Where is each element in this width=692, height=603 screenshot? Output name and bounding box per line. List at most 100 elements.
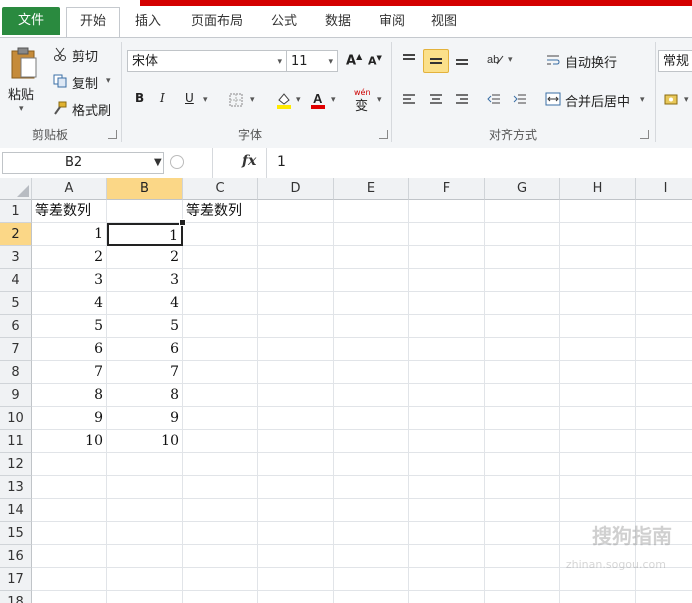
italic-button[interactable]: I bbox=[160, 91, 165, 105]
cell-f16[interactable] bbox=[409, 545, 485, 568]
column-header-i[interactable]: I bbox=[636, 178, 692, 200]
name-box[interactable]: B2 ▼ bbox=[2, 152, 164, 174]
cell-h5[interactable] bbox=[560, 292, 636, 315]
row-header-5[interactable]: 5 bbox=[0, 292, 32, 315]
cell-c3[interactable] bbox=[183, 246, 258, 269]
cell-a16[interactable] bbox=[32, 545, 107, 568]
cell-e12[interactable] bbox=[334, 453, 409, 476]
cell-g16[interactable] bbox=[485, 545, 560, 568]
cell-e9[interactable] bbox=[334, 384, 409, 407]
cell-d1[interactable] bbox=[258, 200, 334, 223]
align-bottom-icon[interactable] bbox=[454, 52, 470, 66]
cell-f8[interactable] bbox=[409, 361, 485, 384]
border-icon[interactable] bbox=[229, 93, 243, 107]
cell-i13[interactable] bbox=[636, 476, 692, 499]
cell-c11[interactable] bbox=[183, 430, 258, 453]
cell-c1[interactable]: 等差数列 bbox=[183, 200, 258, 223]
cell-i2[interactable] bbox=[636, 223, 692, 246]
font-name-select[interactable]: 宋体 ▾ bbox=[127, 50, 287, 72]
column-header-a[interactable]: A bbox=[32, 178, 107, 200]
row-header-14[interactable]: 14 bbox=[0, 499, 32, 522]
cell-h9[interactable] bbox=[560, 384, 636, 407]
cell-h3[interactable] bbox=[560, 246, 636, 269]
cell-a18[interactable] bbox=[32, 591, 107, 603]
cell-e2[interactable] bbox=[334, 223, 409, 246]
cell-g11[interactable] bbox=[485, 430, 560, 453]
row-header-2[interactable]: 2 bbox=[0, 223, 32, 246]
paste-icon[interactable] bbox=[10, 46, 38, 80]
cell-c10[interactable] bbox=[183, 407, 258, 430]
cell-e16[interactable] bbox=[334, 545, 409, 568]
cell-g14[interactable] bbox=[485, 499, 560, 522]
cell-f11[interactable] bbox=[409, 430, 485, 453]
row-header-13[interactable]: 13 bbox=[0, 476, 32, 499]
cell-b3[interactable]: 2 bbox=[107, 246, 183, 269]
cell-c15[interactable] bbox=[183, 522, 258, 545]
cell-a9[interactable]: 8 bbox=[32, 384, 107, 407]
row-header-9[interactable]: 9 bbox=[0, 384, 32, 407]
align-center-icon[interactable] bbox=[429, 93, 443, 105]
cell-f15[interactable] bbox=[409, 522, 485, 545]
column-header-b[interactable]: B bbox=[107, 178, 183, 200]
cell-b10[interactable]: 9 bbox=[107, 407, 183, 430]
insert-function-icon[interactable]: fx bbox=[242, 153, 256, 169]
cell-f2[interactable] bbox=[409, 223, 485, 246]
cell-h12[interactable] bbox=[560, 453, 636, 476]
cell-g1[interactable] bbox=[485, 200, 560, 223]
cell-i8[interactable] bbox=[636, 361, 692, 384]
tab-formulas[interactable]: 公式 bbox=[262, 8, 306, 36]
cell-h14[interactable] bbox=[560, 499, 636, 522]
cell-g4[interactable] bbox=[485, 269, 560, 292]
cell-i3[interactable] bbox=[636, 246, 692, 269]
border-dropdown-icon[interactable]: ▾ bbox=[250, 95, 255, 105]
cell-b16[interactable] bbox=[107, 545, 183, 568]
cell-b11[interactable]: 10 bbox=[107, 430, 183, 453]
wrap-text-button[interactable]: 自动换行 bbox=[565, 52, 617, 71]
merge-center-button[interactable]: 合并后居中 bbox=[565, 91, 630, 110]
cell-i14[interactable] bbox=[636, 499, 692, 522]
cell-f10[interactable] bbox=[409, 407, 485, 430]
formula-input[interactable]: 1 bbox=[277, 154, 286, 170]
cell-i10[interactable] bbox=[636, 407, 692, 430]
cell-a11[interactable]: 10 bbox=[32, 430, 107, 453]
cell-d12[interactable] bbox=[258, 453, 334, 476]
cell-i5[interactable] bbox=[636, 292, 692, 315]
cell-e1[interactable] bbox=[334, 200, 409, 223]
font-size-select[interactable]: 11 ▾ bbox=[286, 50, 338, 72]
copy-dropdown-icon[interactable]: ▾ bbox=[106, 76, 111, 86]
cell-f5[interactable] bbox=[409, 292, 485, 315]
cell-b2[interactable]: 1 bbox=[107, 223, 183, 246]
shrink-font-icon[interactable]: A▼ bbox=[368, 54, 382, 68]
cell-g9[interactable] bbox=[485, 384, 560, 407]
cell-g5[interactable] bbox=[485, 292, 560, 315]
cell-f18[interactable] bbox=[409, 591, 485, 603]
cell-e4[interactable] bbox=[334, 269, 409, 292]
cell-e18[interactable] bbox=[334, 591, 409, 603]
underline-button[interactable]: U bbox=[185, 91, 194, 105]
cell-i7[interactable] bbox=[636, 338, 692, 361]
tab-review[interactable]: 审阅 bbox=[370, 8, 414, 36]
cell-e14[interactable] bbox=[334, 499, 409, 522]
cell-i17[interactable] bbox=[636, 568, 692, 591]
cell-b7[interactable]: 6 bbox=[107, 338, 183, 361]
cell-d16[interactable] bbox=[258, 545, 334, 568]
fill-dropdown-icon[interactable]: ▾ bbox=[296, 95, 301, 105]
cell-d10[interactable] bbox=[258, 407, 334, 430]
cell-b13[interactable] bbox=[107, 476, 183, 499]
cell-e11[interactable] bbox=[334, 430, 409, 453]
cell-f9[interactable] bbox=[409, 384, 485, 407]
cell-e17[interactable] bbox=[334, 568, 409, 591]
cell-b12[interactable] bbox=[107, 453, 183, 476]
cell-a6[interactable]: 5 bbox=[32, 315, 107, 338]
cell-b1[interactable] bbox=[107, 200, 183, 223]
cell-d11[interactable] bbox=[258, 430, 334, 453]
currency-format-icon[interactable] bbox=[664, 92, 680, 106]
cell-i12[interactable] bbox=[636, 453, 692, 476]
cell-a12[interactable] bbox=[32, 453, 107, 476]
cell-h1[interactable] bbox=[560, 200, 636, 223]
font-color-dropdown-icon[interactable]: ▾ bbox=[331, 95, 336, 105]
align-left-icon[interactable] bbox=[402, 93, 416, 105]
decrease-indent-icon[interactable] bbox=[487, 93, 501, 105]
cell-c2[interactable] bbox=[183, 223, 258, 246]
row-header-11[interactable]: 11 bbox=[0, 430, 32, 453]
